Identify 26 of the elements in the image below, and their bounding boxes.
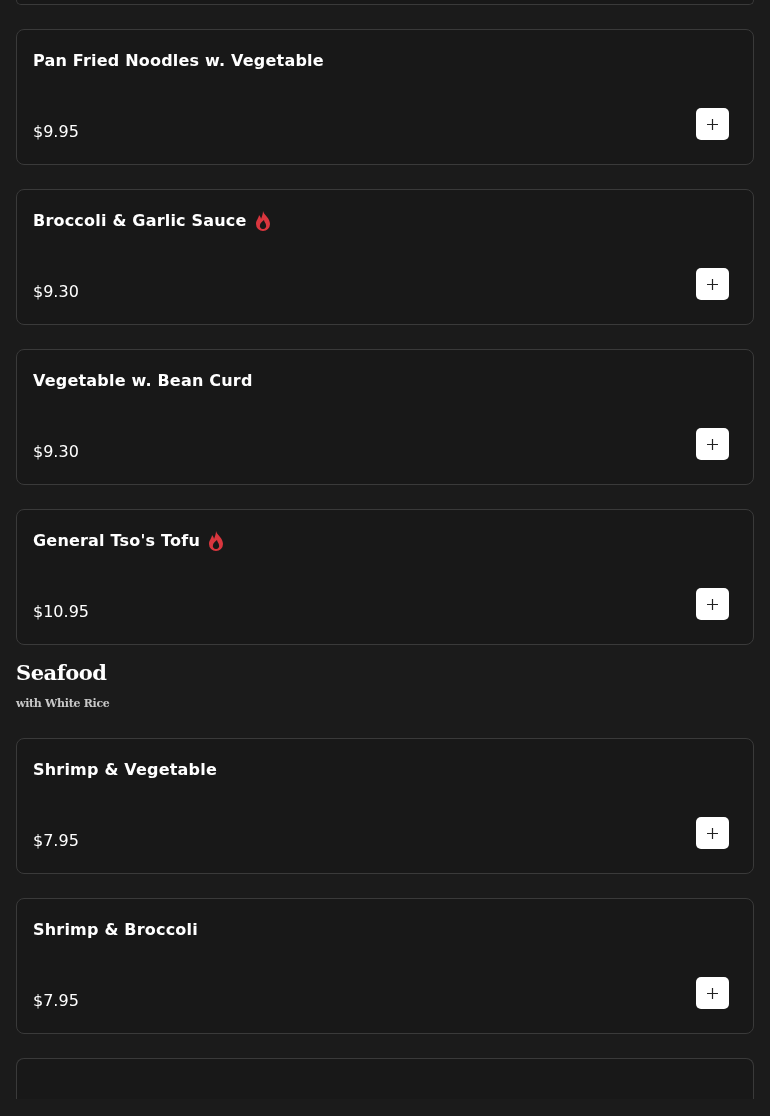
- section-subtitle: with White Rice: [16, 697, 110, 711]
- add-button[interactable]: [696, 977, 729, 1009]
- item-name: General Tso's Tofu: [33, 530, 200, 552]
- plus-icon: [707, 827, 718, 839]
- item-price: $7.95: [33, 830, 79, 852]
- section-title: Seafood: [16, 661, 107, 685]
- plus-icon: [707, 438, 718, 450]
- plus-icon: [707, 118, 718, 130]
- item-name: Broccoli & Garlic Sauce: [33, 210, 247, 232]
- add-button[interactable]: [696, 268, 729, 300]
- item-name: Pan Fried Noodles w. Vegetable: [33, 50, 324, 72]
- item-price: $9.30: [33, 281, 79, 303]
- plus-icon: [707, 278, 718, 290]
- item-price: $10.95: [33, 601, 89, 623]
- item-name: Shrimp & Broccoli: [33, 919, 198, 941]
- item-price: $7.95: [33, 990, 79, 1012]
- item-name: Vegetable w. Bean Curd: [33, 370, 253, 392]
- item-price: $9.30: [33, 441, 79, 463]
- plus-icon: [707, 987, 718, 999]
- plus-icon: [707, 598, 718, 610]
- add-button[interactable]: [696, 108, 729, 140]
- add-button[interactable]: [696, 588, 729, 620]
- item-name: Shrimp & Vegetable: [33, 759, 217, 781]
- add-button[interactable]: [696, 817, 729, 849]
- item-price: $9.95: [33, 121, 79, 143]
- add-button[interactable]: [696, 428, 729, 460]
